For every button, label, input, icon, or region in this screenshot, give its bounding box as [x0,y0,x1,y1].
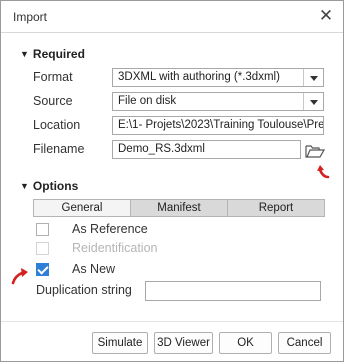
source-value: File on disk [118,95,177,107]
red-arrow-icon [317,165,330,179]
triangle-down-icon: ▼ [20,49,29,59]
duplication-string-label: Duplication string [36,283,132,297]
as-new-checkbox[interactable] [36,263,49,276]
red-arrow-icon [11,268,28,285]
chevron-down-icon[interactable] [303,93,323,110]
location-value: E:\1- Projets\2023\Training Toulouse\Pre… [118,119,324,131]
reidentification-label: Reidentification [72,241,158,255]
reidentification-checkbox [36,242,49,255]
filename-value: Demo_RS.3dxml [118,143,205,155]
footer-divider [1,321,343,322]
source-label: Source [33,94,73,108]
format-value: 3DXML with authoring (*.3dxml) [118,71,280,83]
3d-viewer-button[interactable]: 3D Viewer [154,332,213,354]
duplication-string-field[interactable] [145,281,321,301]
tab-general[interactable]: General [34,200,131,216]
title-bar: Import ✕ [1,1,343,33]
required-section-header[interactable]: ▼ Required [20,47,85,61]
filename-field[interactable]: Demo_RS.3dxml [112,140,301,159]
format-label: Format [33,70,73,84]
import-dialog: Import ✕ ▼ Required Format 3DXML with aut… [0,0,344,362]
folder-open-icon[interactable] [305,143,325,159]
required-heading: Required [32,47,85,61]
options-tabs: General Manifest Report [33,199,325,217]
as-reference-label: As Reference [72,222,148,236]
simulate-button[interactable]: Simulate [92,332,148,354]
ok-button[interactable]: OK [219,332,272,354]
options-section-header[interactable]: ▼ Options [20,179,78,193]
as-reference-checkbox[interactable] [36,223,49,236]
location-field[interactable]: E:\1- Projets\2023\Training Toulouse\Pre… [112,116,324,135]
cancel-button[interactable]: Cancel [278,332,331,354]
source-select[interactable]: File on disk [112,92,324,111]
tab-report[interactable]: Report [228,200,324,216]
location-label: Location [33,118,81,132]
options-heading: Options [32,179,79,193]
format-select[interactable]: 3DXML with authoring (*.3dxml) [112,68,324,87]
tab-manifest[interactable]: Manifest [131,200,228,216]
chevron-down-icon[interactable] [303,69,323,86]
as-new-label: As New [72,262,116,276]
close-icon[interactable]: ✕ [316,6,336,26]
window-title: Import [13,10,48,24]
triangle-down-icon: ▼ [20,181,29,191]
filename-label: Filename [33,142,85,156]
